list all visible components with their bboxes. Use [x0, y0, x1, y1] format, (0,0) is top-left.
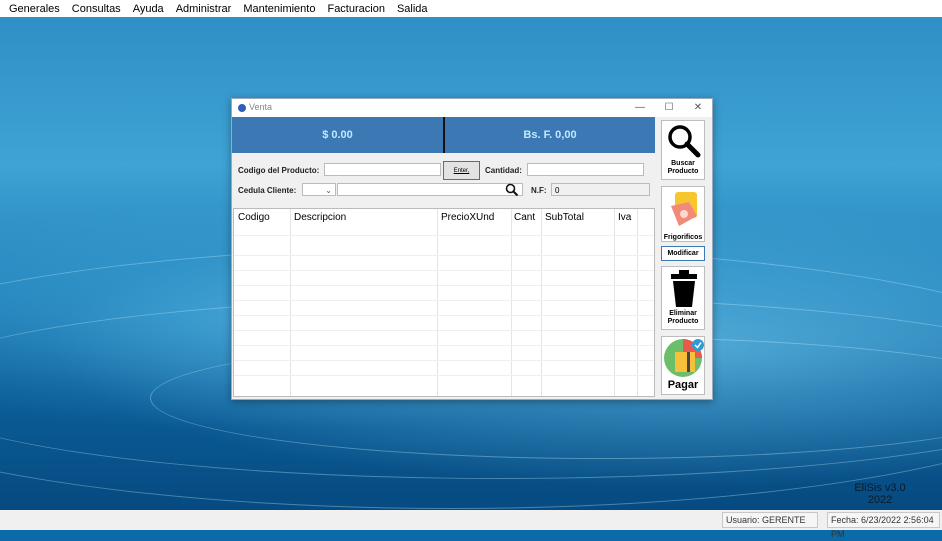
window-title: Venta: [249, 102, 273, 112]
modificar-button[interactable]: Modificar: [661, 246, 705, 261]
enter-button[interactable]: Enter,: [443, 161, 480, 180]
status-bar: Usuario: GERENTE Fecha: 6/23/2022 2:56:0…: [0, 510, 942, 539]
magnifier-icon: [668, 125, 701, 158]
menu-facturacion[interactable]: Facturacion: [321, 3, 390, 15]
row-divider: [234, 360, 654, 361]
chevron-down-icon: ⌄: [325, 186, 332, 195]
nf-field: 0: [551, 183, 650, 196]
products-grid[interactable]: Codigo Descripcion PrecioXUnd Cant SubTo…: [233, 208, 655, 397]
cedula-input[interactable]: [337, 183, 523, 196]
column-divider: [290, 209, 291, 396]
frigorificos-label: Frigorificos: [663, 234, 703, 241]
cedula-label: Cedula Cliente:: [238, 186, 297, 195]
column-divider: [614, 209, 615, 396]
buscar-producto-label: Buscar Producto: [667, 160, 699, 175]
window-titlebar[interactable]: Venta — ☐ ✕: [232, 99, 712, 117]
row-divider: [234, 255, 654, 256]
version-name: EliSis v3.0: [854, 482, 906, 494]
col-header-iva[interactable]: Iva: [618, 212, 631, 223]
row-divider: [234, 285, 654, 286]
pagar-label: Pagar: [667, 379, 699, 391]
close-button[interactable]: ✕: [688, 101, 708, 115]
minimize-button[interactable]: —: [630, 101, 650, 115]
nf-label: N.F:: [531, 186, 547, 195]
eliminar-producto-button[interactable]: Eliminar Producto: [661, 266, 705, 330]
meat-icon: [671, 192, 697, 226]
codigo-input[interactable]: [324, 163, 441, 176]
fecha-status: Fecha: 6/23/2022 2:56:04 PM: [827, 512, 940, 539]
cedula-type-select[interactable]: ⌄: [302, 183, 336, 196]
row-divider: [234, 315, 654, 316]
cantidad-label: Cantidad:: [485, 166, 522, 175]
main-menubar: Generales Consultas Ayuda Administrar Ma…: [0, 0, 942, 17]
codigo-label: Codigo del Producto:: [238, 166, 320, 175]
cantidad-input[interactable]: [527, 163, 644, 176]
frigorificos-button[interactable]: Frigorificos: [661, 186, 705, 242]
col-header-precio[interactable]: PrecioXUnd: [441, 212, 494, 223]
usuario-status: Usuario: GERENTE: [722, 512, 818, 528]
pagar-button[interactable]: Pagar: [661, 336, 705, 395]
menu-generales[interactable]: Generales: [0, 3, 66, 15]
col-header-cant[interactable]: Cant: [514, 212, 535, 223]
version-year: 2022: [867, 494, 893, 506]
row-divider: [234, 235, 654, 236]
col-header-subtotal[interactable]: SubTotal: [545, 212, 584, 223]
menu-administrar[interactable]: Administrar: [170, 3, 238, 15]
menu-salida[interactable]: Salida: [391, 3, 434, 15]
maximize-button[interactable]: ☐: [659, 101, 679, 115]
col-header-codigo[interactable]: Codigo: [238, 212, 270, 223]
menu-mantenimiento[interactable]: Mantenimiento: [237, 3, 321, 15]
trash-icon: [671, 270, 697, 307]
column-divider: [637, 209, 638, 396]
column-divider: [541, 209, 542, 396]
column-divider: [511, 209, 512, 396]
total-bs: Bs. F. 0,00: [523, 129, 577, 141]
eliminar-producto-label: Eliminar Producto: [667, 310, 699, 325]
total-bs-panel: Bs. F. 0,00: [445, 117, 655, 153]
menu-consultas[interactable]: Consultas: [66, 3, 127, 15]
row-divider: [234, 330, 654, 331]
row-divider: [234, 345, 654, 346]
total-usd-panel: $ 0.00: [232, 117, 443, 153]
col-header-descripcion[interactable]: Descripcion: [294, 212, 346, 223]
row-divider: [234, 270, 654, 271]
row-divider: [234, 375, 654, 376]
buscar-producto-button[interactable]: Buscar Producto: [661, 120, 705, 180]
modificar-label: Modificar: [667, 250, 699, 257]
menu-ayuda[interactable]: Ayuda: [127, 3, 170, 15]
total-usd: $ 0.00: [322, 129, 353, 141]
version-text: EliSis v3.0 2022: [845, 482, 915, 506]
search-icon[interactable]: [505, 183, 521, 197]
venta-window: Venta — ☐ ✕ $ 0.00 Bs. F. 0,00 Codigo de…: [231, 98, 713, 400]
row-divider: [234, 300, 654, 301]
column-divider: [437, 209, 438, 396]
payment-icon: [664, 339, 704, 377]
app-icon: [238, 104, 246, 112]
